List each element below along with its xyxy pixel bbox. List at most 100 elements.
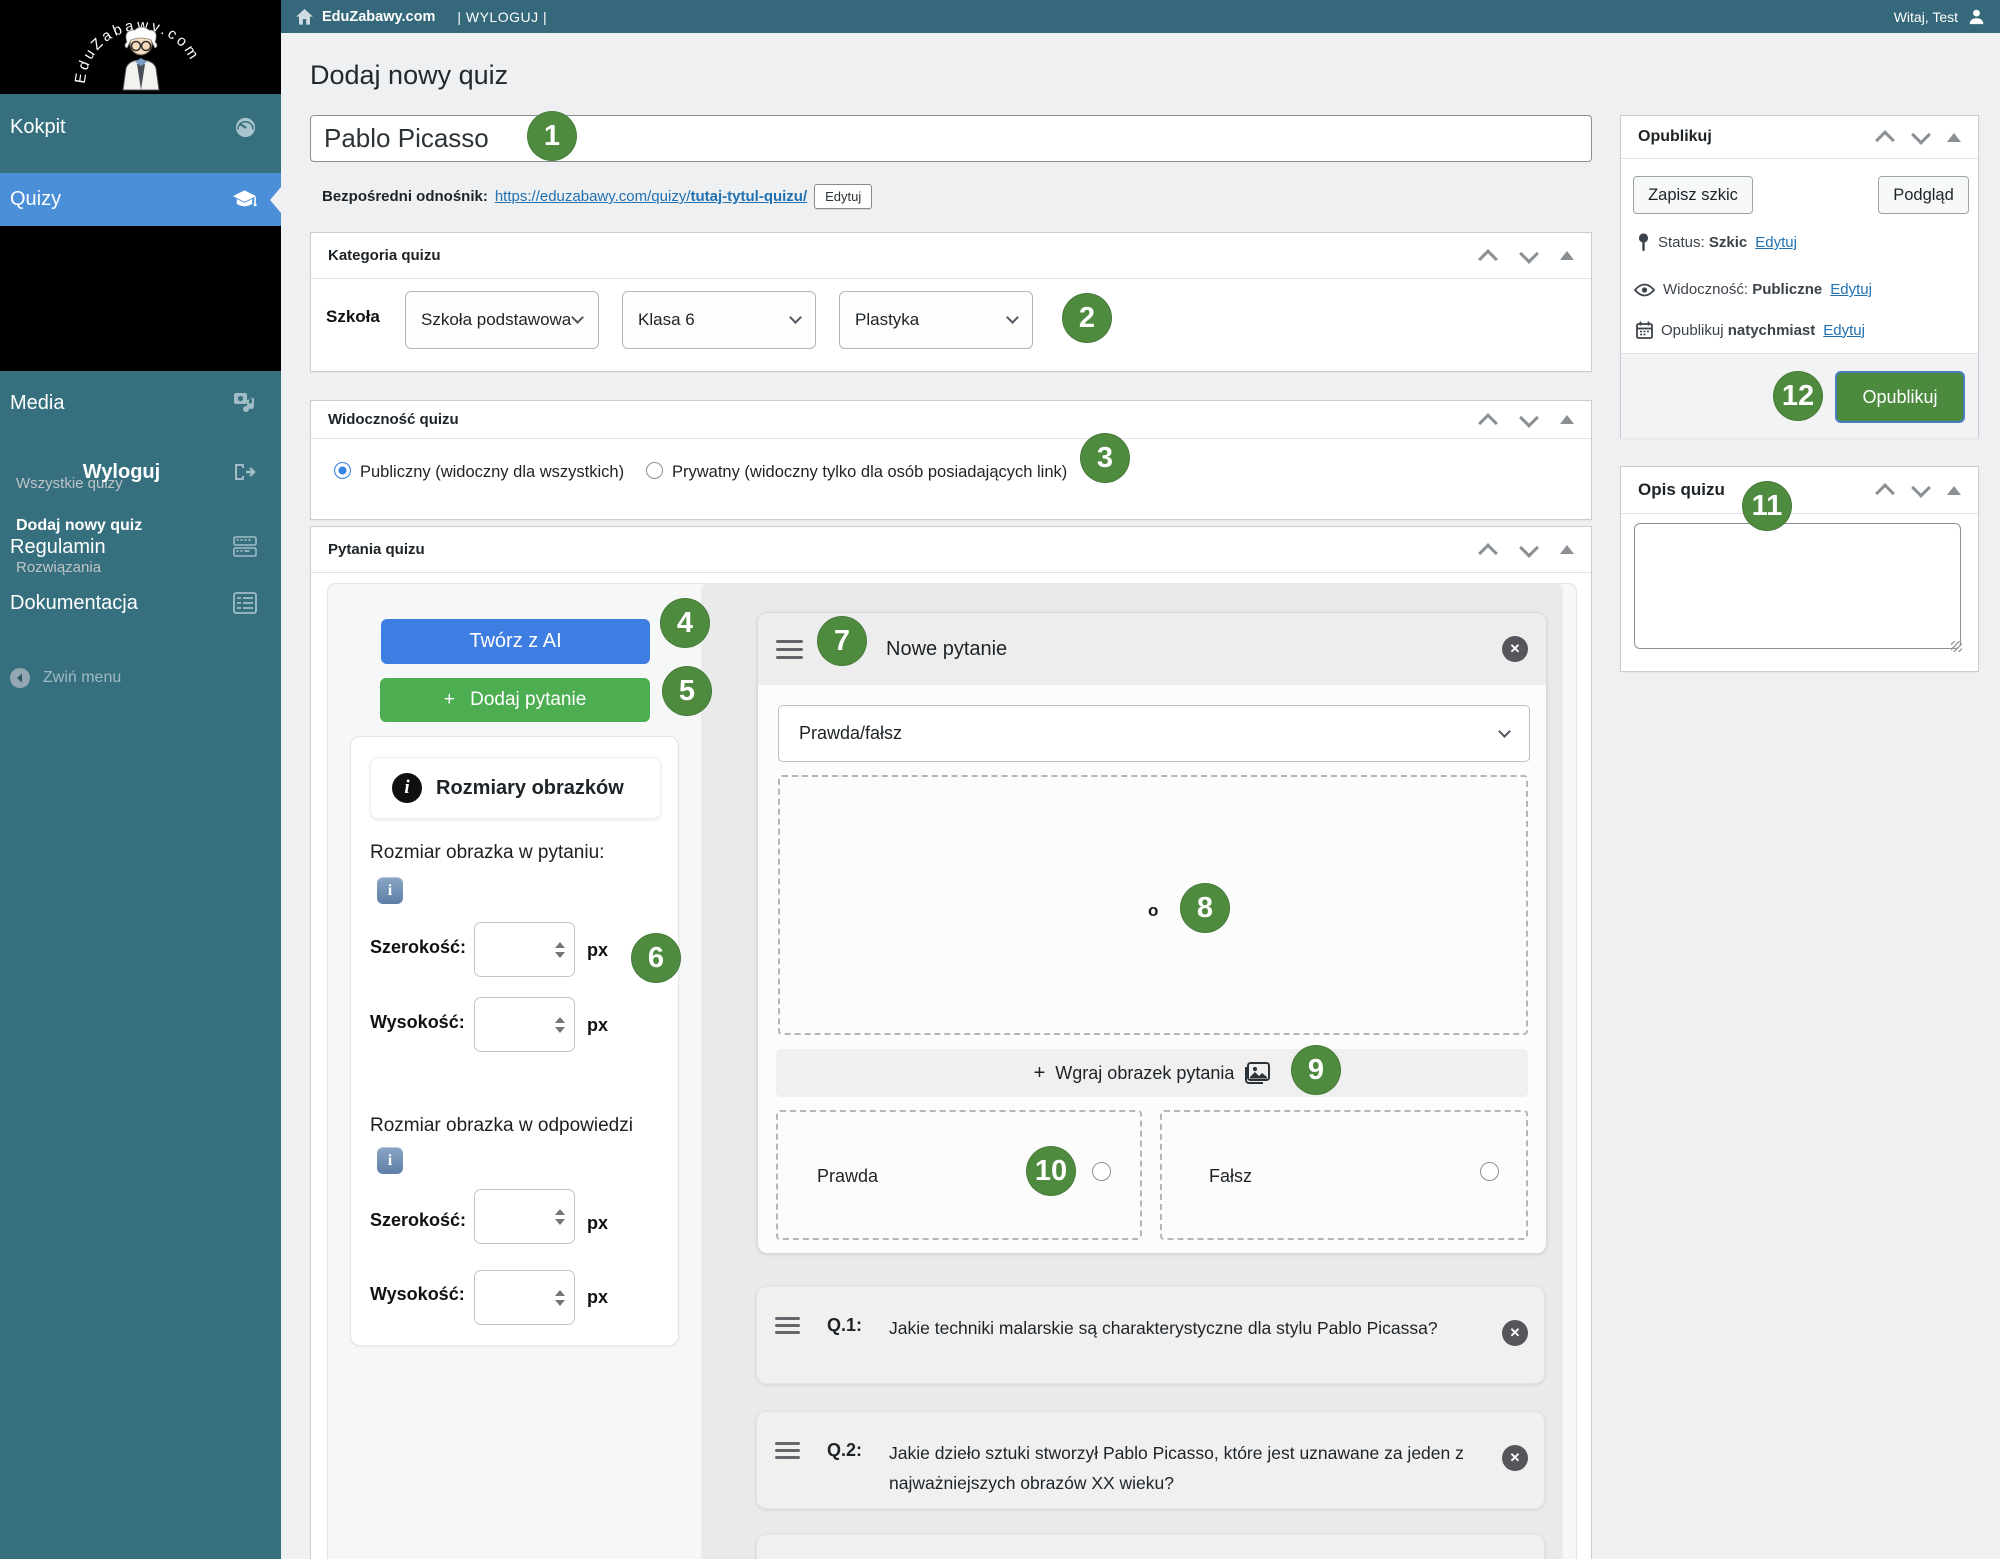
question-image-width-input[interactable] (474, 922, 575, 977)
public-radio[interactable] (334, 462, 351, 479)
permalink-edit-button[interactable]: Edytuj (814, 184, 872, 209)
sidebar-item-wyloguj[interactable]: Wyloguj (0, 447, 281, 497)
page-title: Dodaj nowy quiz (310, 60, 508, 91)
sidebar-item-dokumentacja[interactable]: Dokumentacja (0, 578, 281, 628)
move-up-icon[interactable] (1875, 484, 1895, 496)
drag-handle-icon[interactable] (776, 640, 803, 659)
questions-panel: Pytania quizu Twórz z AI + Dodaj pytanie… (310, 526, 1592, 1559)
add-question-button[interactable]: + Dodaj pytanie (380, 678, 650, 722)
collapse-menu-button[interactable]: Zwiń menu (10, 668, 121, 688)
quiz-description-textarea[interactable] (1634, 523, 1961, 649)
collapse-panel-icon[interactable] (1947, 133, 1961, 142)
edit-status-link[interactable]: Edytuj (1755, 234, 1797, 251)
admin-top-bar: EduZabawy.com | WYLOGUJ | Witaj, Test (281, 0, 2000, 33)
quiz-title-input[interactable] (310, 115, 1592, 162)
question-list-item-partial[interactable] (756, 1534, 1545, 1559)
question-image-height-input[interactable] (474, 997, 575, 1052)
question-type-select[interactable]: Prawda/fałsz (778, 705, 1530, 762)
category-panel-header[interactable]: Kategoria quizu (311, 233, 1591, 279)
user-icon[interactable] (1968, 8, 1985, 25)
drag-handle-icon[interactable] (775, 1442, 800, 1459)
answer-false-radio[interactable] (1480, 1162, 1499, 1181)
answer-true-box[interactable]: Prawda (776, 1110, 1142, 1240)
move-down-icon[interactable] (1911, 131, 1931, 143)
logout-link[interactable]: | WYLOGUJ | (457, 9, 547, 25)
question-image-size-label: Rozmiar obrazka w pytaniu: (370, 842, 604, 864)
collapse-panel-icon[interactable] (1560, 415, 1574, 424)
private-radio-label[interactable]: Prywatny (widoczny tylko dla osób posiad… (672, 463, 1067, 482)
sidebar-item-media[interactable]: Media (0, 371, 281, 435)
school-row-label: Szkoła (326, 307, 380, 327)
status-row: Status: Szkic Edytuj (1637, 233, 1797, 252)
image-icon (1244, 1062, 1270, 1085)
info-icon: i (392, 773, 422, 803)
sidebar-item-kokpit[interactable]: Kokpit (0, 94, 281, 160)
visibility-value: Publiczne (1752, 281, 1822, 298)
info-tooltip-icon[interactable]: i (377, 877, 403, 904)
move-up-icon[interactable] (1875, 131, 1895, 143)
question-list-item[interactable]: Q.1: Jakie techniki malarskie są charakt… (756, 1286, 1545, 1384)
create-with-ai-button[interactable]: Twórz z AI (381, 619, 650, 664)
publish-panel-header[interactable]: Opublikuj (1621, 116, 1978, 159)
collapse-panel-icon[interactable] (1560, 545, 1574, 554)
schedule-row: Opublikuj natychmiast Edytuj (1636, 321, 1865, 339)
quizy-label: Quizy (10, 188, 61, 211)
delete-question-icon[interactable]: ✕ (1502, 1445, 1528, 1471)
visibility-panel-title: Widoczność quizu (328, 411, 459, 428)
visibility-row: Widoczność: Publiczne Edytuj (1634, 281, 1872, 298)
preview-button[interactable]: Podgląd (1878, 176, 1969, 214)
user-greeting[interactable]: Witaj, Test (1894, 9, 1958, 25)
site-logo[interactable]: EduZabawy.com (0, 0, 281, 94)
collapse-panel-icon[interactable] (1560, 251, 1574, 260)
school-type-select[interactable]: Szkoła podstawowa (405, 291, 599, 349)
move-down-icon[interactable] (1519, 544, 1539, 556)
collapse-panel-icon[interactable] (1947, 486, 1961, 495)
status-value: Szkic (1709, 234, 1747, 251)
move-down-icon[interactable] (1911, 484, 1931, 496)
status-label: Status: (1658, 234, 1705, 251)
move-up-icon[interactable] (1478, 544, 1498, 556)
category-panel: Kategoria quizu Szkoła Szkoła podstawowa… (310, 232, 1592, 372)
sidebar-item-regulamin[interactable]: Regulamin (0, 522, 281, 572)
class-select[interactable]: Klasa 6 (622, 291, 816, 349)
move-up-icon[interactable] (1478, 414, 1498, 426)
question-list-item[interactable]: Q.2: Jakie dzieło sztuki stworzył Pablo … (756, 1411, 1545, 1509)
annotation-badge-2: 2 (1062, 293, 1112, 343)
upload-question-image-button[interactable]: + Wgraj obrazek pytania (776, 1049, 1528, 1097)
image-sizes-title: Rozmiary obrazków (436, 777, 624, 800)
public-radio-label[interactable]: Publiczny (widoczny dla wszystkich) (360, 463, 624, 482)
site-name-link[interactable]: EduZabawy.com (322, 9, 435, 25)
collapse-label: Zwiń menu (43, 669, 121, 687)
move-down-icon[interactable] (1519, 250, 1539, 262)
school-type-value: Szkoła podstawowa (421, 310, 571, 330)
description-panel-header[interactable]: Opis quizu (1621, 467, 1978, 514)
info-tooltip-icon[interactable]: i (377, 1147, 403, 1174)
subject-select[interactable]: Plastyka (839, 291, 1033, 349)
question-image-dropzone[interactable]: o (778, 775, 1528, 1035)
home-icon[interactable] (296, 9, 313, 25)
delete-question-icon[interactable]: ✕ (1502, 1320, 1528, 1346)
move-up-icon[interactable] (1478, 250, 1498, 262)
drag-handle-icon[interactable] (775, 1317, 800, 1334)
close-question-icon[interactable]: ✕ (1502, 636, 1528, 662)
image-sizes-card: i Rozmiary obrazków Rozmiar obrazka w py… (350, 736, 679, 1346)
move-down-icon[interactable] (1519, 414, 1539, 426)
private-radio[interactable] (646, 462, 663, 479)
annotation-badge-1: 1 (527, 111, 577, 161)
visibility-panel-header[interactable]: Widoczność quizu (311, 401, 1591, 439)
plus-icon: + (444, 689, 455, 710)
answer-image-width-input[interactable] (474, 1189, 575, 1244)
sidebar-item-quizy[interactable]: Quizy (0, 173, 281, 226)
save-draft-button[interactable]: Zapisz szkic (1633, 176, 1753, 214)
questions-panel-header[interactable]: Pytania quizu (311, 527, 1591, 573)
calendar-icon (1636, 321, 1653, 339)
edit-visibility-link[interactable]: Edytuj (1830, 281, 1872, 298)
media-icon (233, 392, 257, 414)
edit-schedule-link[interactable]: Edytuj (1823, 322, 1865, 339)
permalink-link[interactable]: https://eduzabawy.com/quizy/tutaj-tytul-… (495, 188, 807, 205)
answer-false-box[interactable]: Fałsz (1160, 1110, 1528, 1240)
answer-image-height-input[interactable] (474, 1270, 575, 1325)
collapse-arrow-icon (10, 668, 30, 688)
publish-button[interactable]: Opublikuj (1835, 371, 1965, 423)
answer-true-radio[interactable] (1092, 1162, 1111, 1181)
